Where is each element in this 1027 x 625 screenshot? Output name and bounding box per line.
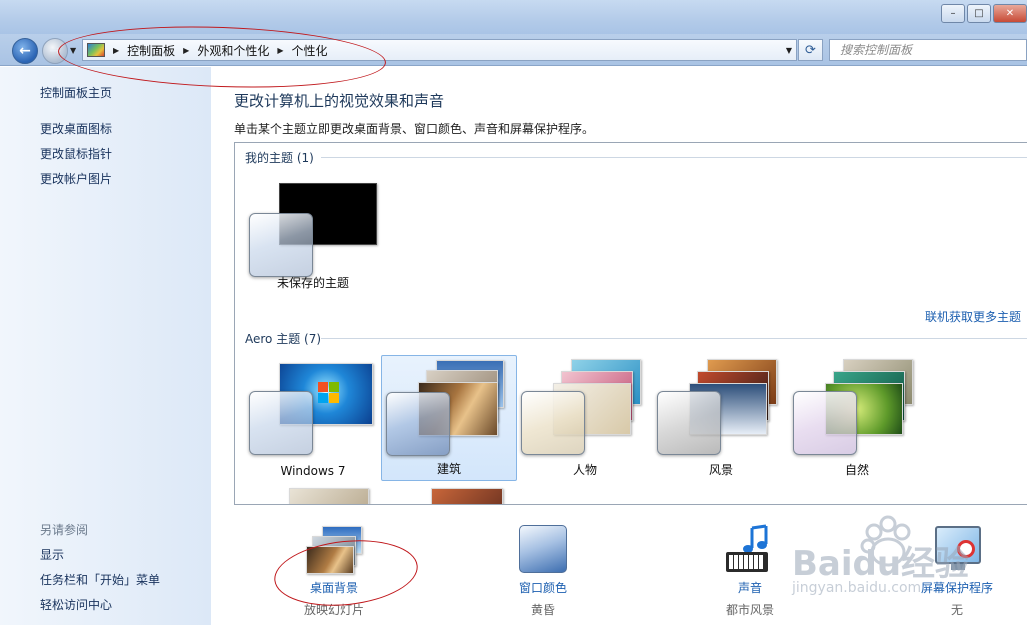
refresh-button[interactable]: ⟳	[798, 39, 823, 61]
theme-label: 建筑	[436, 462, 461, 476]
baidu-watermark: Baidu经验 jingyan.baidu.com	[788, 512, 1027, 625]
window-glass-icon	[657, 391, 721, 455]
theme-list: 我的主题 (1) 未保存的主题 Aero 主题 (7) 联机获取更多主题 Win…	[234, 142, 1027, 505]
see-also-ease-of-access[interactable]: 轻松访问中心	[40, 596, 112, 613]
sidebar-task-account-picture[interactable]: 更改帐户图片	[40, 170, 112, 187]
theme-nature[interactable]: 自然	[789, 355, 925, 481]
see-also-taskbar[interactable]: 任务栏和「开始」菜单	[40, 571, 160, 588]
theme-characters[interactable]: 人物	[517, 355, 653, 481]
minimize-button[interactable]: –	[941, 4, 965, 23]
window-glass-icon	[249, 213, 313, 277]
aero-themes-heading: Aero 主题 (7)	[245, 332, 322, 346]
theme-label: 未保存的主题	[276, 276, 349, 290]
sidebar-task-mouse-pointers[interactable]: 更改鼠标指针	[40, 145, 112, 162]
theme-windows7[interactable]: Windows 7	[245, 355, 381, 481]
setting-window-color[interactable]: 窗口颜色 黄昏	[463, 522, 623, 622]
maximize-button[interactable]: □	[967, 4, 991, 23]
setting-value: 黄昏	[530, 603, 555, 617]
page-title: 更改计算机上的视觉效果和声音	[234, 92, 445, 110]
sounds-icon	[722, 524, 778, 576]
chevron-down-icon[interactable]: ▼	[786, 46, 792, 55]
get-more-themes-link[interactable]: 联机获取更多主题	[925, 308, 1021, 325]
theme-label: 自然	[844, 463, 869, 477]
my-themes-heading: 我的主题 (1)	[245, 151, 314, 165]
theme-partial-2[interactable]	[431, 488, 503, 504]
close-button[interactable]: ✕	[993, 4, 1027, 23]
sidebar-home-link[interactable]: 控制面板主页	[40, 84, 112, 101]
theme-label: 人物	[572, 463, 597, 477]
see-also-display[interactable]: 显示	[40, 546, 64, 563]
divider	[321, 157, 1027, 158]
window-controls: – □ ✕	[941, 4, 1027, 23]
theme-landscapes[interactable]: 风景	[653, 355, 789, 481]
window-glass-icon	[386, 392, 450, 456]
divider	[321, 338, 1027, 339]
see-also-heading: 另请参阅	[40, 523, 89, 537]
window-glass-icon	[793, 391, 857, 455]
theme-unsaved[interactable]: 未保存的主题	[245, 177, 381, 303]
window-color-icon	[519, 525, 567, 573]
refresh-icon: ⟳	[805, 42, 816, 58]
theme-label: Windows 7	[280, 464, 346, 478]
search-input[interactable]: 搜索控制面板	[829, 39, 1027, 61]
window-glass-icon	[521, 391, 585, 455]
watermark-url: jingyan.baidu.com	[792, 580, 922, 596]
back-button[interactable]: ←	[12, 38, 38, 64]
watermark-brand: Baidu经验	[792, 544, 970, 584]
theme-architecture[interactable]: 建筑	[381, 355, 517, 481]
sidebar-task-desktop-icons[interactable]: 更改桌面图标	[40, 120, 112, 137]
setting-label[interactable]: 窗口颜色	[463, 579, 623, 596]
page-description: 单击某个主题立即更改桌面背景、窗口颜色、声音和屏幕保护程序。	[234, 122, 595, 136]
theme-partial-1[interactable]	[289, 488, 369, 504]
window-glass-icon	[249, 391, 313, 455]
arrow-left-icon: ←	[19, 43, 31, 59]
theme-label: 风景	[708, 463, 733, 477]
